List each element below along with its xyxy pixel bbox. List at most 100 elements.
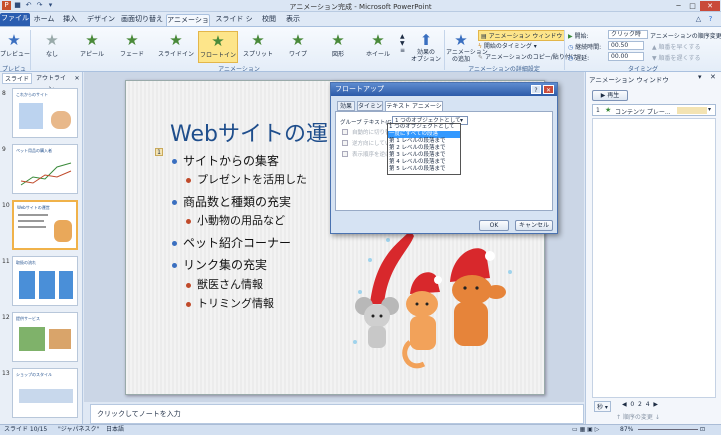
item-dropdown-icon[interactable]: ▾	[708, 106, 711, 113]
tab-insert[interactable]: 挿入	[58, 14, 82, 26]
language[interactable]: 日本語	[106, 425, 124, 435]
bullet-l2[interactable]: プレゼントを活用した	[186, 171, 307, 187]
bullet-l2[interactable]: トリミング情報	[186, 295, 274, 311]
animation-list-item[interactable]: 1 ★ コンテンツ プレー... ▾	[592, 104, 716, 116]
dialog-tab-timing[interactable]: タイミング	[357, 101, 383, 119]
fit-window-icon[interactable]: ⊡	[700, 425, 705, 435]
tab-view[interactable]: 表示	[282, 14, 304, 26]
option-as-one-object[interactable]: 1 つのオブジェクトとして	[388, 124, 460, 131]
animation-marker[interactable]: 1	[155, 148, 163, 156]
start-select[interactable]: クリック時	[608, 30, 648, 39]
attached-shape-checkbox[interactable]	[342, 140, 348, 146]
dialog-tab-effect[interactable]: 効果	[337, 101, 355, 111]
trigger-button[interactable]: ϟ 開始のタイミング ▾	[478, 41, 537, 50]
effect-options-button[interactable]: ⬆ 効果の オプション	[410, 31, 442, 63]
delay-label: ◷ 遅延:	[568, 55, 590, 62]
option-level-3[interactable]: 第 3 レベルの段落まで	[388, 152, 460, 159]
bullet-l1[interactable]: リンク集の充実	[172, 256, 267, 273]
ok-button[interactable]: OK	[479, 220, 509, 231]
tab-animations[interactable]: アニメーション	[166, 14, 210, 35]
thumb-number: 11	[2, 258, 10, 265]
tab-file[interactable]: ファイル	[0, 13, 30, 26]
slide-thumbnail-11[interactable]: 取扱の流れ	[12, 256, 78, 306]
bullet-l2[interactable]: 獣医さん情報	[186, 276, 263, 292]
animation-wipe[interactable]: ★ ワイプ	[280, 31, 316, 63]
animation-pane-button[interactable]: ▤ アニメーション ウィンドウ	[478, 30, 566, 41]
seconds-dropdown[interactable]: 秒 ▾	[594, 401, 611, 412]
tab-slides[interactable]: スライド	[2, 73, 32, 84]
reverse-order-checkbox[interactable]	[342, 151, 348, 157]
slide-thumbnail-10[interactable]: Webサイトの運営	[12, 200, 78, 250]
cat-character	[402, 272, 442, 369]
group-separator	[564, 30, 565, 70]
maximize-button[interactable]: □	[686, 1, 699, 11]
slide-thumbnail-8[interactable]: これからのサイト	[12, 88, 78, 138]
tab-outline[interactable]: アウトライン	[34, 73, 68, 93]
zoom-level[interactable]: 87%	[620, 425, 633, 435]
animation-split[interactable]: ★ スプリット	[240, 31, 276, 63]
bullet-l2[interactable]: 小動物の用品など	[186, 212, 285, 228]
cancel-button[interactable]: キャンセル	[515, 220, 553, 231]
option-level-5[interactable]: 第 5 レベルの段落まで	[388, 166, 460, 173]
help-icon[interactable]: ?	[706, 15, 715, 24]
add-animation-button[interactable]: ★ アニメーション の追加	[446, 31, 488, 63]
thumb-number: 8	[2, 90, 6, 97]
close-pane-icon[interactable]: ✕	[72, 73, 82, 84]
thumb-line	[18, 214, 48, 216]
slide-title[interactable]: Webサイトの運	[170, 116, 328, 148]
tab-design[interactable]: デザイン	[84, 14, 118, 26]
animation-appear[interactable]: ★ アピール	[74, 31, 110, 63]
bullet-l1[interactable]: 商品数と種類の充実	[172, 193, 291, 210]
minimize-button[interactable]: ─	[672, 1, 685, 11]
group-separator	[444, 30, 445, 70]
play-button[interactable]: ▶ 再生	[592, 90, 628, 101]
brush-icon: ✎	[478, 54, 485, 61]
dialog-close-button[interactable]: ✕	[543, 85, 554, 94]
animation-fade[interactable]: ★ フェード	[114, 31, 150, 63]
bullet-l1[interactable]: サイトからの集客	[172, 152, 279, 169]
animation-label: ワイプ	[288, 51, 307, 58]
animation-fly-in[interactable]: ★ スライドイン	[156, 31, 196, 63]
tab-transitions[interactable]: 画面切り替え	[120, 14, 164, 26]
minimize-ribbon-icon[interactable]: △	[694, 15, 703, 24]
delay-input[interactable]: 00.00	[608, 52, 644, 61]
animation-painter-button[interactable]: ✎ アニメーションのコピー/貼り付け	[478, 52, 577, 61]
slide-thumbnail-12[interactable]: 提供サービス	[12, 312, 78, 362]
move-later-button[interactable]: ▼ 順番を遅くする	[652, 53, 701, 62]
option-level-4[interactable]: 第 4 レベルの段落まで	[388, 159, 460, 166]
option-level-1[interactable]: 第 1 レベルの段落まで	[388, 138, 460, 145]
view-buttons[interactable]: ▭ ▦ ▣ ▷	[572, 425, 599, 435]
animation-wheel[interactable]: ★ ホイール	[360, 31, 396, 63]
animation-float-in[interactable]: ★ フロートイン	[198, 31, 238, 63]
pane-dropdown-icon[interactable]: ▾	[698, 73, 702, 81]
fade-star-icon: ★	[125, 31, 139, 49]
float-star-icon: ★	[605, 106, 612, 114]
close-button[interactable]: ✕	[700, 1, 720, 11]
gallery-scroll-icon[interactable]: ▲ ▼ ≡	[400, 33, 405, 54]
notes-input[interactable]: クリックしてノートを入力	[90, 404, 584, 424]
tab-home[interactable]: ホーム	[32, 14, 56, 26]
zoom-slider[interactable]	[638, 429, 698, 430]
slide-thumbnail-9[interactable]: ペット用品の購入者	[12, 144, 78, 194]
thumb-graphic	[19, 389, 73, 403]
timing-bar	[677, 107, 707, 114]
pets-illustration[interactable]	[350, 232, 520, 382]
duration-input[interactable]: 00.50	[608, 41, 644, 50]
animation-shape[interactable]: ★ 図形	[320, 31, 356, 63]
move-earlier-button[interactable]: ▲ 順番を早くする	[652, 42, 701, 51]
tab-slideshow[interactable]: スライド ショー	[212, 14, 256, 34]
pane-close-icon[interactable]: ✕	[710, 73, 716, 81]
arrow-up-icon: ⬆	[419, 31, 433, 49]
preview-button[interactable]: ★ プレビュー	[0, 31, 30, 63]
dialog-help-button[interactable]: ?	[531, 85, 541, 94]
option-level-2[interactable]: 第 2 レベルの段落まで	[388, 145, 460, 152]
reorder-controls[interactable]: ↑ 順序の変更 ↓	[616, 412, 660, 421]
preview-star-icon: ★	[7, 31, 21, 49]
tab-review[interactable]: 校閲	[258, 14, 280, 26]
auto-advance-checkbox[interactable]	[342, 129, 348, 135]
bullet-l1[interactable]: ペット紹介コーナー	[172, 234, 291, 251]
timeline-nav[interactable]: ◀ 0 2 4 ▶	[622, 401, 658, 408]
slide-thumbnail-13[interactable]: ショップのスタイル	[12, 368, 78, 418]
option-all-at-once[interactable]: 一度にすべての段落	[388, 131, 460, 138]
animation-none[interactable]: ★ なし	[34, 31, 70, 63]
